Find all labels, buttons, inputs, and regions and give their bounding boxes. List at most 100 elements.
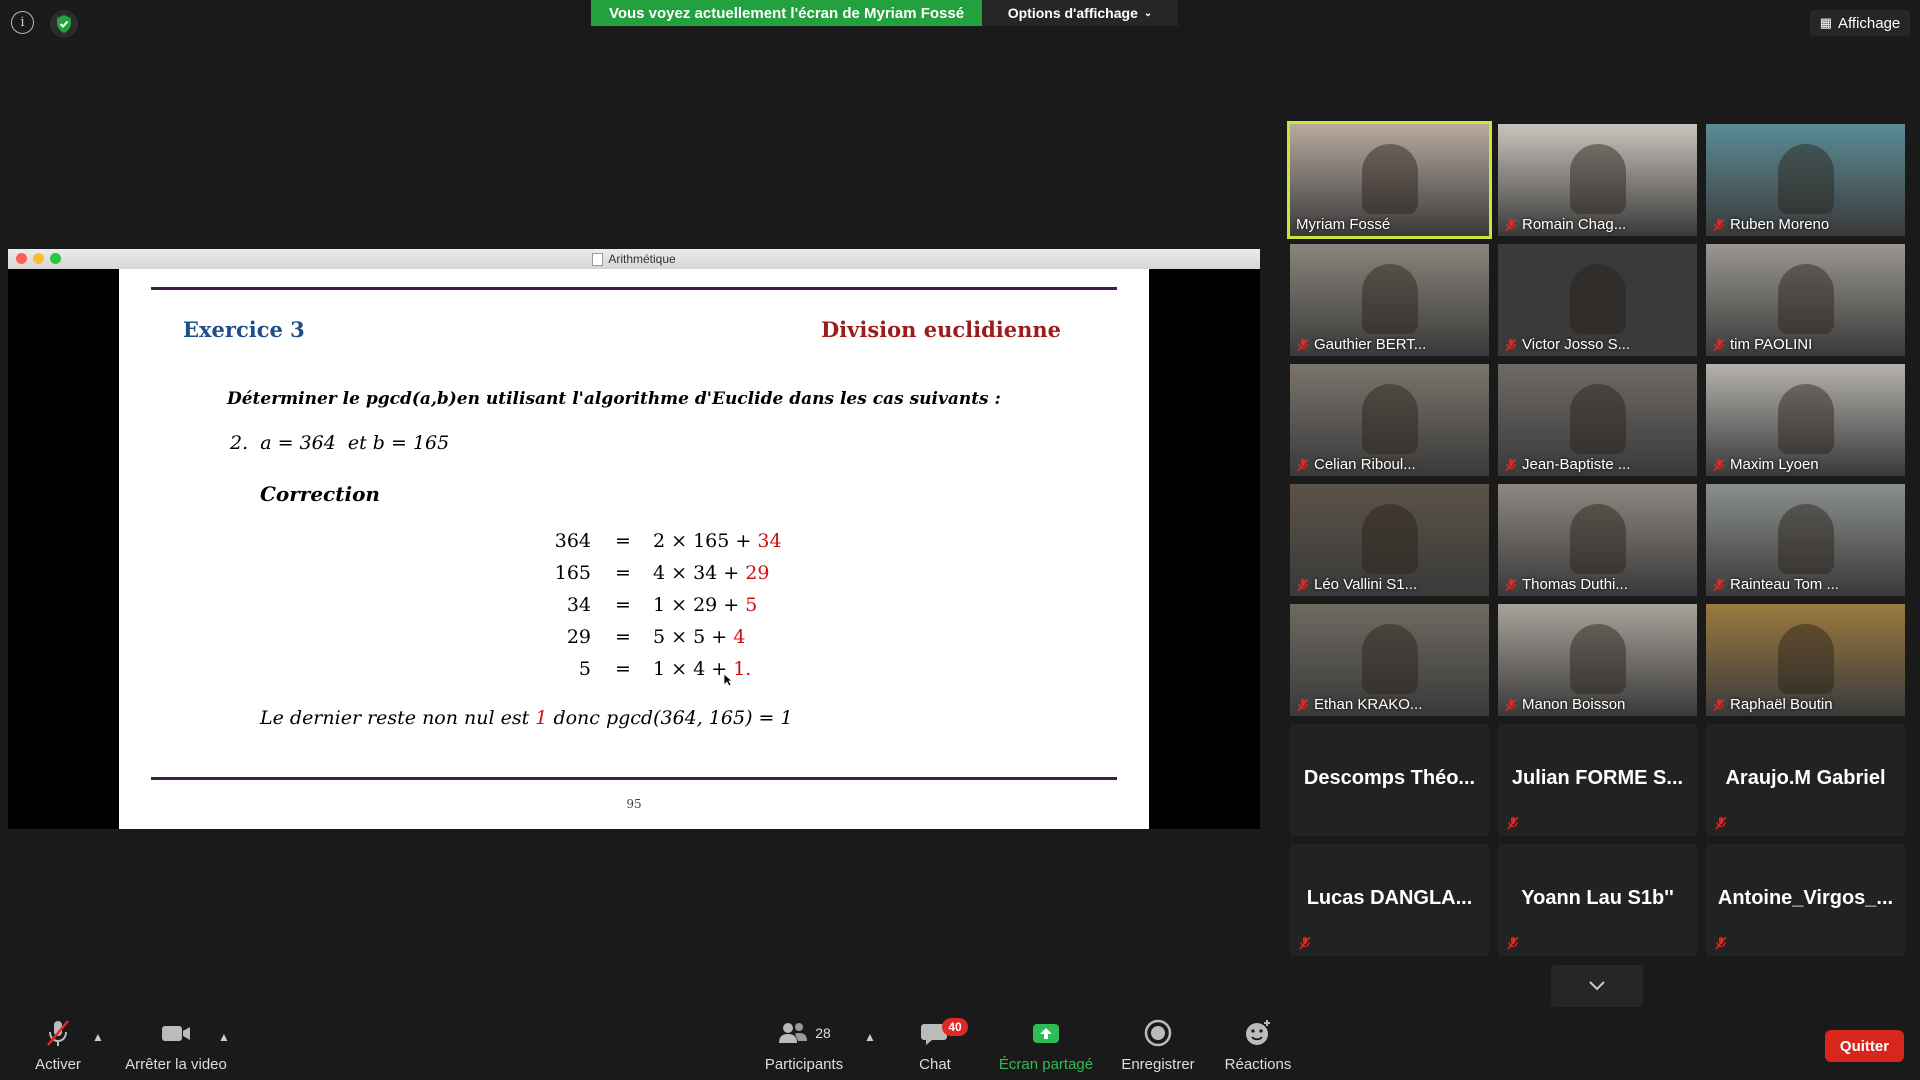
participant-video-feed xyxy=(1570,384,1626,454)
participant-video-tile[interactable]: Victor Josso S... xyxy=(1498,244,1697,356)
close-window-icon xyxy=(16,253,27,264)
equation-remainder: 29 xyxy=(745,562,770,584)
participant-video-tile[interactable]: Romain Chag... xyxy=(1498,124,1697,236)
participant-name: Araujo.M Gabriel xyxy=(1725,767,1886,789)
participant-name: Descomps Théo... xyxy=(1303,767,1476,789)
participant-video-tile[interactable]: Thomas Duthi... xyxy=(1498,484,1697,596)
participant-name-text: Ruben Moreno xyxy=(1730,216,1830,233)
quit-meeting-button[interactable]: Quitter xyxy=(1825,1030,1904,1062)
conclusion-part-a: Le dernier reste non nul est xyxy=(260,707,530,729)
participant-name-tile[interactable]: Araujo.M Gabriel xyxy=(1706,724,1905,836)
participant-name-text: Léo Vallini S1... xyxy=(1314,576,1418,593)
question-text: 2. a = 364 et b = 165 xyxy=(230,432,450,454)
equation-product: 1 × 29 + xyxy=(653,594,740,616)
participant-name: Jean-Baptiste ... xyxy=(1504,456,1630,473)
unmute-button[interactable]: Activer xyxy=(28,1018,88,1074)
participant-video-tile[interactable]: Rainteau Tom ... xyxy=(1706,484,1905,596)
muted-microphone-icon xyxy=(1714,816,1728,830)
top-rule xyxy=(151,287,1117,290)
participant-video-tile[interactable]: Maxim Lyoen xyxy=(1706,364,1905,476)
view-options-button[interactable]: Options d'affichage ⌄ xyxy=(982,0,1178,26)
participant-name-text: Jean-Baptiste ... xyxy=(1522,456,1631,473)
reactions-button[interactable]: Réactions xyxy=(1218,1018,1298,1074)
video-options-caret-icon[interactable]: ▲ xyxy=(218,1030,230,1044)
muted-microphone-icon xyxy=(1712,458,1726,472)
participant-video-tile[interactable]: Myriam Fossé xyxy=(1287,121,1492,239)
participant-video-tile[interactable]: tim PAOLINI xyxy=(1706,244,1905,356)
participant-name: Julian FORME S... xyxy=(1511,767,1684,789)
participant-video-feed xyxy=(1570,504,1626,574)
participant-video-tile[interactable]: Ruben Moreno xyxy=(1706,124,1905,236)
participants-options-caret-icon[interactable]: ▲ xyxy=(864,1030,876,1044)
participant-name-text: Maxim Lyoen xyxy=(1730,456,1819,473)
participant-video-feed xyxy=(1570,144,1626,214)
grid-icon: ▦ xyxy=(1819,15,1832,30)
muted-microphone-icon xyxy=(1296,338,1310,352)
equation-row: 34 = 1 × 29 + 5 xyxy=(519,594,819,620)
audio-options-caret-icon[interactable]: ▲ xyxy=(92,1030,104,1044)
participant-name-text: Romain Chag... xyxy=(1522,216,1627,233)
participant-video-tile[interactable]: Léo Vallini S1... xyxy=(1290,484,1489,596)
participant-video-tile[interactable]: Raphaël Boutin xyxy=(1706,604,1905,716)
security-shield-icon[interactable] xyxy=(50,10,78,38)
conclusion-text: Le dernier reste non nul est 1 donc pgcd… xyxy=(260,707,793,729)
muted-microphone-icon xyxy=(1714,936,1728,950)
participant-video-feed xyxy=(1778,144,1834,214)
reactions-label: Réactions xyxy=(1224,1056,1292,1073)
participants-button[interactable]: 28 Participants xyxy=(760,1018,848,1074)
participant-name-tile[interactable]: Lucas DANGLA... xyxy=(1290,844,1489,956)
participant-name-tile[interactable]: Yoann Lau S1b'' xyxy=(1498,844,1697,956)
share-screen-icon xyxy=(1033,1024,1059,1043)
participant-name-tile[interactable]: Descomps Théo... xyxy=(1290,724,1489,836)
window-title: Arithmétique xyxy=(608,252,676,266)
participant-video-feed xyxy=(1778,504,1834,574)
muted-microphone-icon xyxy=(1296,698,1310,712)
record-label: Enregistrer xyxy=(1121,1056,1195,1073)
equation-lhs: 29 xyxy=(566,626,591,648)
participant-video-tile[interactable]: Manon Boisson xyxy=(1498,604,1697,716)
view-layout-button[interactable]: ▦ Affichage xyxy=(1810,10,1910,36)
participant-video-tile[interactable]: Jean-Baptiste ... xyxy=(1498,364,1697,476)
equation-remainder: 34 xyxy=(757,530,782,552)
next-page-button[interactable] xyxy=(1551,965,1643,1007)
equation-lhs: 34 xyxy=(566,594,591,616)
participant-video-feed xyxy=(1362,264,1418,334)
participant-name-text: Rainteau Tom ... xyxy=(1730,576,1839,593)
participant-name: Lucas DANGLA... xyxy=(1306,887,1473,909)
muted-microphone-icon xyxy=(1504,338,1518,352)
participant-name-tile[interactable]: Antoine_Virgos_... xyxy=(1706,844,1905,956)
window-titlebar: Arithmétique xyxy=(8,249,1260,269)
muted-microphone-icon xyxy=(1504,218,1518,232)
unmute-label: Activer xyxy=(35,1056,81,1073)
participant-video-feed xyxy=(1570,264,1626,334)
instruction-text: Déterminer le pgcd(a,b)en utilisant l'al… xyxy=(227,389,1001,409)
record-button[interactable]: Enregistrer xyxy=(1116,1018,1200,1074)
participant-video-feed xyxy=(1778,384,1834,454)
share-screen-button[interactable]: Écran partagé xyxy=(996,1018,1096,1074)
equation-sign: = xyxy=(615,562,631,584)
record-icon xyxy=(1144,1019,1172,1047)
participant-name-text: Victor Josso S... xyxy=(1522,336,1631,353)
exercise-title: Exercice 3 xyxy=(183,317,305,342)
participant-name: Antoine_Virgos_... xyxy=(1717,887,1894,909)
participants-icon xyxy=(779,1023,808,1043)
participant-video-feed xyxy=(1362,504,1418,574)
participants-count: 28 xyxy=(815,1025,831,1041)
participant-video-feed xyxy=(1570,624,1626,694)
chevron-down-icon: ⌄ xyxy=(1143,7,1153,19)
muted-microphone-icon xyxy=(1296,578,1310,592)
muted-microphone-icon xyxy=(1712,338,1726,352)
stop-video-button[interactable]: Arrêter la video xyxy=(118,1018,234,1074)
video-camera-icon xyxy=(162,1026,190,1041)
participant-video-feed xyxy=(1778,264,1834,334)
participant-name: Ruben Moreno xyxy=(1712,216,1829,233)
participant-name-text: Celian Riboul... xyxy=(1314,456,1416,473)
equation-lhs: 165 xyxy=(554,562,591,584)
participant-video-tile[interactable]: Celian Riboul... xyxy=(1290,364,1489,476)
chat-label: Chat xyxy=(919,1056,951,1073)
view-options-label: Options d'affichage xyxy=(1007,5,1138,21)
participant-video-tile[interactable]: Ethan KRAKO... xyxy=(1290,604,1489,716)
info-icon[interactable]: i xyxy=(11,11,34,34)
participant-video-tile[interactable]: Gauthier BERT... xyxy=(1290,244,1489,356)
participant-name-tile[interactable]: Julian FORME S... xyxy=(1498,724,1697,836)
